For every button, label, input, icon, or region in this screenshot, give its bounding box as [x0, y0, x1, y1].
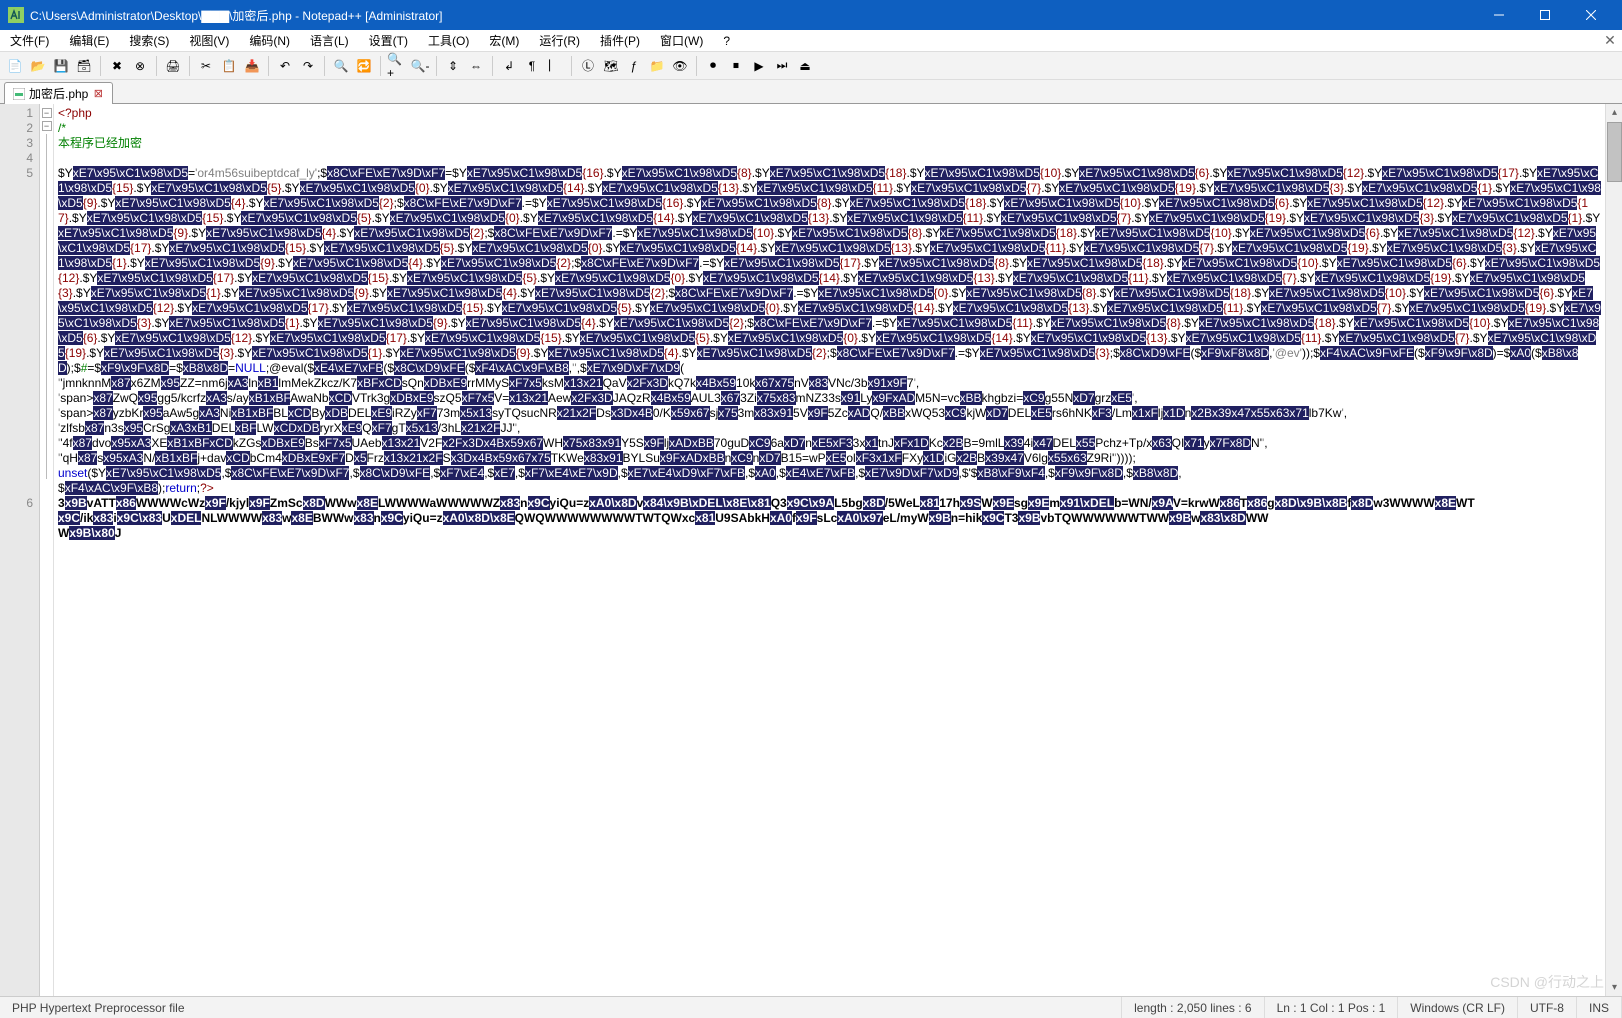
scroll-up-icon[interactable]: ▴ — [1606, 104, 1622, 121]
statusbar: PHP Hypertext Preprocessor file length :… — [0, 996, 1622, 1018]
fast-icon[interactable]: ⏭ — [771, 55, 793, 77]
replace-icon[interactable]: 🔁 — [353, 55, 375, 77]
open-file-icon[interactable]: 📂 — [27, 55, 49, 77]
fold-toggle-icon[interactable]: − — [42, 108, 52, 118]
zoom-in-icon[interactable]: 🔍+ — [386, 55, 408, 77]
tab-file[interactable]: 加密后.php ⊠ — [4, 82, 113, 104]
close-button[interactable] — [1568, 0, 1614, 30]
tab-label: 加密后.php — [29, 85, 88, 102]
find-icon[interactable]: 🔍 — [330, 55, 352, 77]
fold-toggle-icon[interactable]: − — [42, 121, 52, 131]
print-icon[interactable]: 🖨 — [162, 55, 184, 77]
menu-window[interactable]: 窗口(W) — [650, 30, 713, 51]
menu-tools[interactable]: 工具(O) — [418, 30, 479, 51]
scrollbar-thumb[interactable] — [1607, 122, 1622, 182]
vertical-scrollbar[interactable]: ▴ ▾ — [1605, 104, 1622, 996]
toolbar-separator — [189, 56, 190, 76]
sync-h-icon[interactable]: ⇔ — [465, 55, 487, 77]
new-file-icon[interactable]: 📄 — [4, 55, 26, 77]
line-number: 3 — [0, 136, 39, 151]
php-file-icon — [13, 88, 25, 100]
toolbar-separator — [268, 56, 269, 76]
toolbar-separator — [571, 56, 572, 76]
menubar: 文件(F) 编辑(E) 搜索(S) 视图(V) 编码(N) 语言(L) 设置(T… — [0, 30, 1622, 52]
line-number: 6 — [0, 496, 39, 541]
code-area[interactable]: <?php/*本程序已经加密$YxE7\x95\xC1\x98\xD5='or4… — [54, 104, 1605, 996]
menu-edit[interactable]: 编辑(E) — [59, 30, 119, 51]
tabstrip: 加密后.php ⊠ — [0, 80, 1622, 104]
status-encoding: UTF-8 — [1518, 997, 1577, 1018]
save-macro-icon[interactable]: ⏏ — [794, 55, 816, 77]
line-number: 4 — [0, 151, 39, 166]
maximize-button[interactable] — [1522, 0, 1568, 30]
lang-icon[interactable]: Ⓛ — [577, 55, 599, 77]
menu-file[interactable]: 文件(F) — [0, 30, 59, 51]
mdi-close-icon[interactable]: ✕ — [1598, 32, 1622, 49]
indent-guide-icon[interactable]: ⎸ — [544, 55, 566, 77]
record-icon[interactable]: ⏺ — [702, 55, 724, 77]
menu-settings[interactable]: 设置(T) — [359, 30, 418, 51]
tab-close-icon[interactable]: ⊠ — [92, 88, 104, 100]
redo-icon[interactable]: ↷ — [297, 55, 319, 77]
close-all-icon[interactable]: ⊗ — [129, 55, 151, 77]
toolbar-separator — [492, 56, 493, 76]
window-title: C:\Users\Administrator\Desktop\▇▇▇\加密后.p… — [30, 7, 1476, 24]
monitor-icon[interactable]: 👁 — [669, 55, 691, 77]
toolbar-separator — [100, 56, 101, 76]
toolbar-separator — [324, 56, 325, 76]
fold-gutter: − − — [40, 104, 54, 996]
copy-icon[interactable]: 📋 — [218, 55, 240, 77]
status-ins: INS — [1577, 997, 1622, 1018]
save-icon[interactable]: 💾 — [50, 55, 72, 77]
menu-view[interactable]: 视图(V) — [179, 30, 239, 51]
app-icon — [8, 7, 24, 23]
close-icon[interactable]: ✖ — [106, 55, 128, 77]
minimize-button[interactable] — [1476, 0, 1522, 30]
doc-map-icon[interactable]: 🗺 — [600, 55, 622, 77]
folder-icon[interactable]: 📁 — [646, 55, 668, 77]
cut-icon[interactable]: ✂ — [195, 55, 217, 77]
line-gutter: 123456 — [0, 104, 40, 996]
paste-icon[interactable]: 📥 — [241, 55, 263, 77]
zoom-out-icon[interactable]: 🔍- — [409, 55, 431, 77]
toolbar-separator — [696, 56, 697, 76]
sync-v-icon[interactable]: ⇕ — [442, 55, 464, 77]
menu-run[interactable]: 运行(R) — [529, 30, 590, 51]
play-icon[interactable]: ▶ — [748, 55, 770, 77]
menu-help[interactable]: ? — [713, 32, 740, 50]
line-number: 5 — [0, 166, 39, 496]
menu-encoding[interactable]: 编码(N) — [239, 30, 300, 51]
menu-search[interactable]: 搜索(S) — [119, 30, 179, 51]
wrap-icon[interactable]: ↲ — [498, 55, 520, 77]
menu-plugins[interactable]: 插件(P) — [590, 30, 650, 51]
save-all-icon[interactable]: 🗃 — [73, 55, 95, 77]
status-pos: Ln : 1 Col : 1 Pos : 1 — [1265, 997, 1399, 1018]
toolbar-separator — [436, 56, 437, 76]
status-length: length : 2,050 lines : 6 — [1122, 997, 1264, 1018]
func-list-icon[interactable]: ƒ — [623, 55, 645, 77]
line-number: 1 — [0, 106, 39, 121]
show-all-icon[interactable]: ¶ — [521, 55, 543, 77]
stop-icon[interactable]: ⏹ — [725, 55, 747, 77]
status-eol: Windows (CR LF) — [1398, 997, 1518, 1018]
editor: 123456 − − <?php/*本程序已经加密$YxE7\x95\xC1\x… — [0, 104, 1622, 996]
scroll-down-icon[interactable]: ▾ — [1606, 979, 1622, 996]
toolbar-separator — [156, 56, 157, 76]
toolbar: 📄📂💾🗃 ✖⊗ 🖨 ✂📋📥 ↶↷ 🔍🔁 🔍+🔍- ⇕⇔ ↲¶⎸ Ⓛ🗺ƒ📁👁 ⏺⏹▶⏭⏏ — [0, 52, 1622, 80]
status-lang: PHP Hypertext Preprocessor file — [0, 997, 1122, 1018]
menu-macro[interactable]: 宏(M) — [479, 30, 529, 51]
menu-language[interactable]: 语言(L) — [300, 30, 359, 51]
undo-icon[interactable]: ↶ — [274, 55, 296, 77]
titlebar: C:\Users\Administrator\Desktop\▇▇▇\加密后.p… — [0, 0, 1622, 30]
toolbar-separator — [380, 56, 381, 76]
line-number: 2 — [0, 121, 39, 136]
